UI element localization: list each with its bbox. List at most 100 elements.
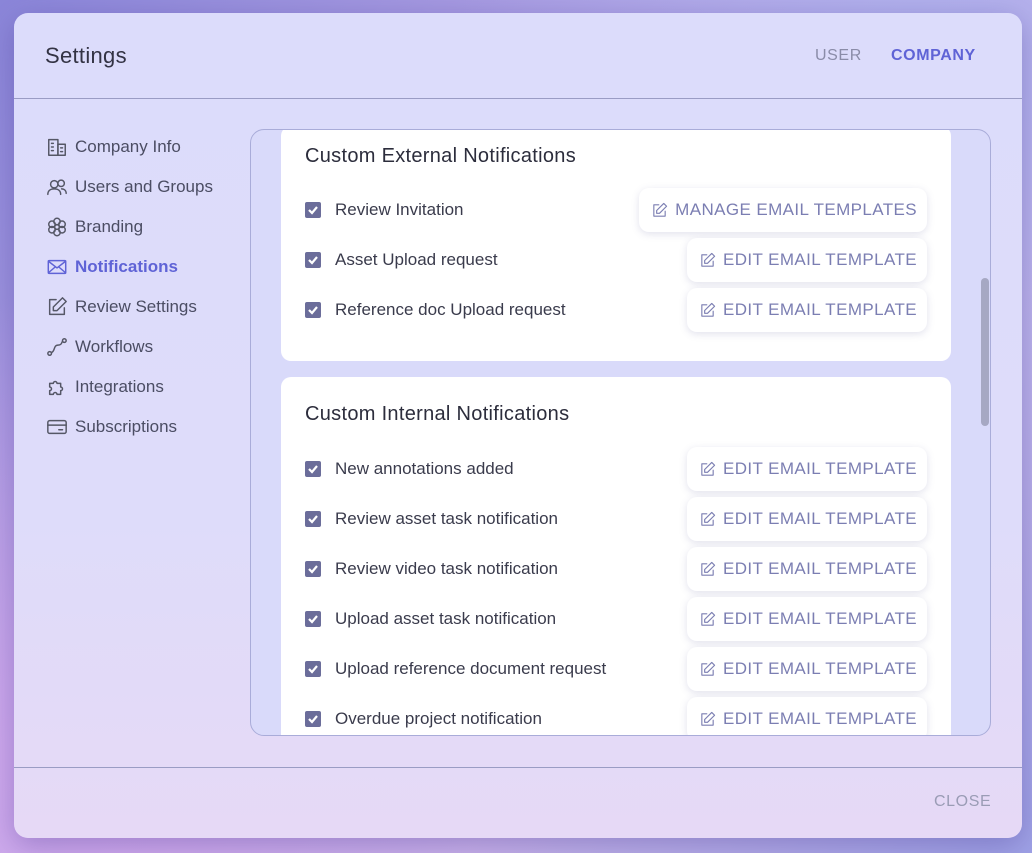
edit-icon	[701, 611, 716, 626]
tab-company[interactable]: COMPANY	[891, 47, 976, 65]
footer-divider	[14, 767, 1022, 768]
card-icon	[45, 415, 69, 439]
flower-icon	[45, 215, 69, 239]
sidebar-item-review-settings[interactable]: Review Settings	[45, 287, 245, 327]
building-icon	[45, 135, 69, 159]
notifications-panel: Custom External Notifications Review Inv…	[250, 129, 991, 736]
notification-row: Upload reference document request EDIT E…	[305, 647, 927, 691]
sidebar-item-label: Company Info	[75, 137, 181, 156]
edit-email-template-button[interactable]: EDIT EMAIL TEMPLATE	[686, 697, 927, 735]
notification-label: Review asset task notification	[335, 509, 558, 528]
sidebar-item-branding[interactable]: Branding	[45, 207, 245, 247]
notification-label: Upload asset task notification	[335, 609, 557, 628]
check-icon	[308, 615, 318, 624]
button-label: EDIT EMAIL TEMPLATE	[722, 609, 917, 628]
sidebar-item-label: Notifications	[75, 257, 178, 276]
checkbox[interactable]	[305, 461, 321, 477]
edit-icon	[653, 202, 668, 217]
edit-icon	[701, 511, 716, 526]
puzzle-icon	[45, 375, 69, 399]
edit-icon	[701, 711, 716, 726]
scrollbar[interactable]	[981, 278, 989, 426]
check-icon	[308, 515, 318, 524]
edit-icon	[45, 295, 69, 319]
edit-icon	[701, 561, 716, 576]
sidebar-item-company-info[interactable]: Company Info	[45, 127, 245, 167]
edit-icon	[701, 302, 716, 317]
modal-title: Settings	[45, 43, 127, 68]
check-icon	[308, 206, 318, 215]
notification-row: Reference doc Upload request EDIT EMAIL …	[305, 288, 927, 332]
manage-email-templates-button[interactable]: MANAGE EMAIL TEMPLATES	[639, 188, 927, 232]
check-icon	[308, 665, 318, 674]
edit-email-template-button[interactable]: EDIT EMAIL TEMPLATE	[686, 547, 927, 591]
checkbox[interactable]	[305, 661, 321, 677]
sidebar-item-label: Subscriptions	[75, 417, 178, 436]
tab-user[interactable]: USER	[815, 47, 862, 65]
edit-email-template-button[interactable]: EDIT EMAIL TEMPLATE	[686, 597, 927, 641]
notification-label: New annotations added	[335, 459, 514, 478]
checkbox[interactable]	[305, 511, 321, 527]
notification-label: Overdue project notification	[335, 709, 542, 728]
button-label: MANAGE EMAIL TEMPLATES	[675, 200, 917, 219]
sidebar-item-label: Users and Groups	[75, 177, 213, 196]
button-label: EDIT EMAIL TEMPLATE	[722, 459, 917, 478]
button-label: EDIT EMAIL TEMPLATE	[722, 250, 917, 269]
close-button[interactable]: CLOSE	[934, 793, 991, 811]
sidebar-item-notifications[interactable]: Notifications	[45, 247, 245, 287]
sidebar-item-subscriptions[interactable]: Subscriptions	[45, 407, 245, 447]
settings-sidebar: Company Info Users and Groups Branding N…	[45, 127, 245, 447]
internal-notifications-card: Custom Internal Notifications New annota…	[281, 377, 951, 735]
notification-row: Overdue project notification EDIT EMAIL …	[305, 697, 927, 735]
users-icon	[45, 175, 69, 199]
sidebar-item-label: Integrations	[75, 377, 164, 396]
notification-label: Reference doc Upload request	[335, 300, 566, 319]
checkbox[interactable]	[305, 302, 321, 318]
notification-label: Review video task notification	[335, 559, 559, 578]
sidebar-item-integrations[interactable]: Integrations	[45, 367, 245, 407]
notification-row: Review asset task notification EDIT EMAI…	[305, 497, 927, 541]
checkbox[interactable]	[305, 611, 321, 627]
checkbox[interactable]	[305, 202, 321, 218]
check-icon	[308, 565, 318, 574]
button-label: EDIT EMAIL TEMPLATE	[722, 709, 917, 728]
sidebar-item-users-and-groups[interactable]: Users and Groups	[45, 167, 245, 207]
notification-row: New annotations added EDIT EMAIL TEMPLAT…	[305, 447, 927, 491]
button-label: EDIT EMAIL TEMPLATE	[722, 559, 917, 578]
sidebar-item-label: Review Settings	[75, 297, 197, 316]
edit-email-template-button[interactable]: EDIT EMAIL TEMPLATE	[686, 497, 927, 541]
notification-label: Review Invitation	[335, 200, 464, 219]
check-icon	[308, 306, 318, 315]
edit-icon	[701, 661, 716, 676]
sidebar-item-workflows[interactable]: Workflows	[45, 327, 245, 367]
edit-email-template-button[interactable]: EDIT EMAIL TEMPLATE	[686, 238, 927, 282]
notification-row: Asset Upload request EDIT EMAIL TEMPLATE	[305, 238, 927, 282]
edit-email-template-button[interactable]: EDIT EMAIL TEMPLATE	[686, 288, 927, 332]
check-icon	[308, 465, 318, 474]
checkbox[interactable]	[305, 711, 321, 727]
edit-icon	[701, 252, 716, 267]
modal-header: Settings USER COMPANY	[14, 13, 1022, 99]
check-icon	[308, 256, 318, 265]
check-icon	[308, 715, 318, 724]
edit-icon	[701, 461, 716, 476]
section-title: Custom External Notifications	[305, 145, 577, 167]
external-notifications-card: Custom External Notifications Review Inv…	[281, 130, 951, 361]
notification-row: Upload asset task notification EDIT EMAI…	[305, 597, 927, 641]
checkbox[interactable]	[305, 252, 321, 268]
section-title: Custom Internal Notifications	[305, 403, 570, 425]
button-label: EDIT EMAIL TEMPLATE	[722, 659, 917, 678]
sidebar-item-label: Branding	[75, 217, 144, 236]
edit-email-template-button[interactable]: EDIT EMAIL TEMPLATE	[686, 447, 927, 491]
workflow-icon	[45, 335, 69, 359]
notification-row: Review Invitation MANAGE EMAIL TEMPLATES	[305, 188, 927, 232]
edit-email-template-button[interactable]: EDIT EMAIL TEMPLATE	[686, 647, 927, 691]
checkbox[interactable]	[305, 561, 321, 577]
button-label: EDIT EMAIL TEMPLATE	[722, 509, 917, 528]
notification-row: Review video task notification EDIT EMAI…	[305, 547, 927, 591]
notification-label: Asset Upload request	[335, 250, 498, 269]
envelope-icon	[45, 255, 69, 279]
settings-modal: Settings USER COMPANY Company Info Users…	[14, 13, 1022, 838]
sidebar-item-label: Workflows	[75, 337, 154, 356]
notification-label: Upload reference document request	[335, 659, 607, 678]
